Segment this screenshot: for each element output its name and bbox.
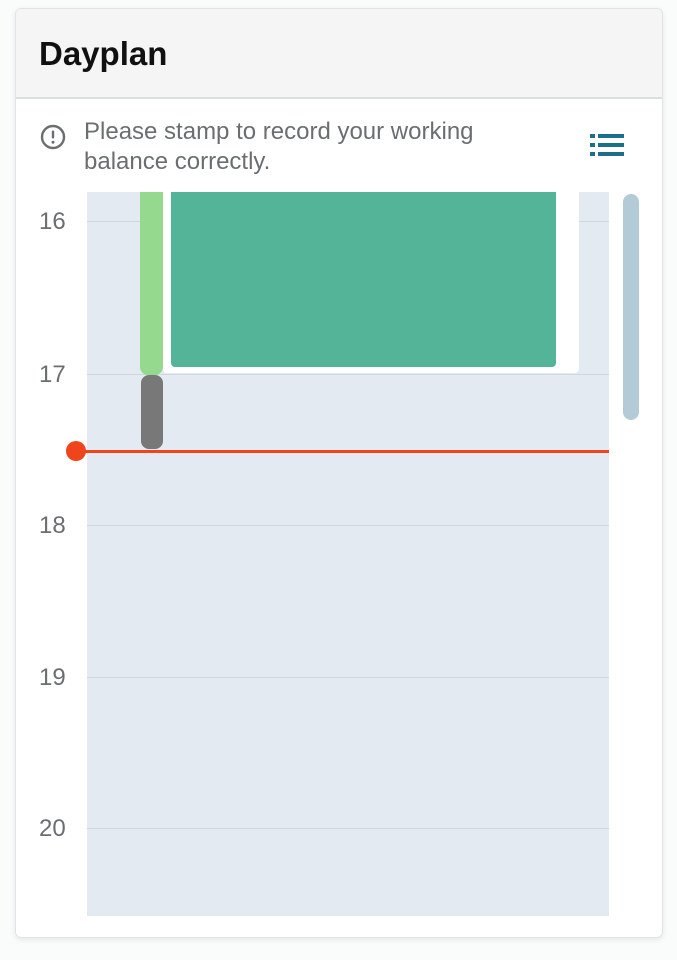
stamp-notice-text: Please stamp to record your working bala… [84, 118, 474, 175]
hour-line [87, 828, 609, 829]
timeline-scrollbar[interactable] [623, 194, 639, 420]
dayplan-card: Dayplan Please stamp to record your work… [15, 8, 663, 938]
info-circle-icon [40, 124, 66, 150]
hour-line [87, 525, 609, 526]
hour-label: 17 [39, 361, 66, 388]
hour-label: 19 [39, 664, 66, 691]
list-view-button[interactable] [587, 131, 627, 161]
stamp-in-bar[interactable] [140, 192, 163, 375]
hour-label: 18 [39, 512, 66, 539]
hour-label: 20 [39, 815, 66, 842]
current-time-line [74, 450, 609, 453]
hour-label: 16 [39, 208, 66, 235]
list-icon [587, 134, 627, 165]
day-timeline[interactable]: 16 17 18 19 20 [16, 192, 662, 916]
card-header: Dayplan [16, 9, 662, 99]
event-block[interactable] [171, 192, 556, 367]
stamp-gap-bar[interactable] [141, 375, 163, 449]
hour-line [87, 374, 609, 375]
hour-line [87, 677, 609, 678]
page-title: Dayplan [39, 35, 168, 72]
current-time-dot [66, 441, 86, 461]
